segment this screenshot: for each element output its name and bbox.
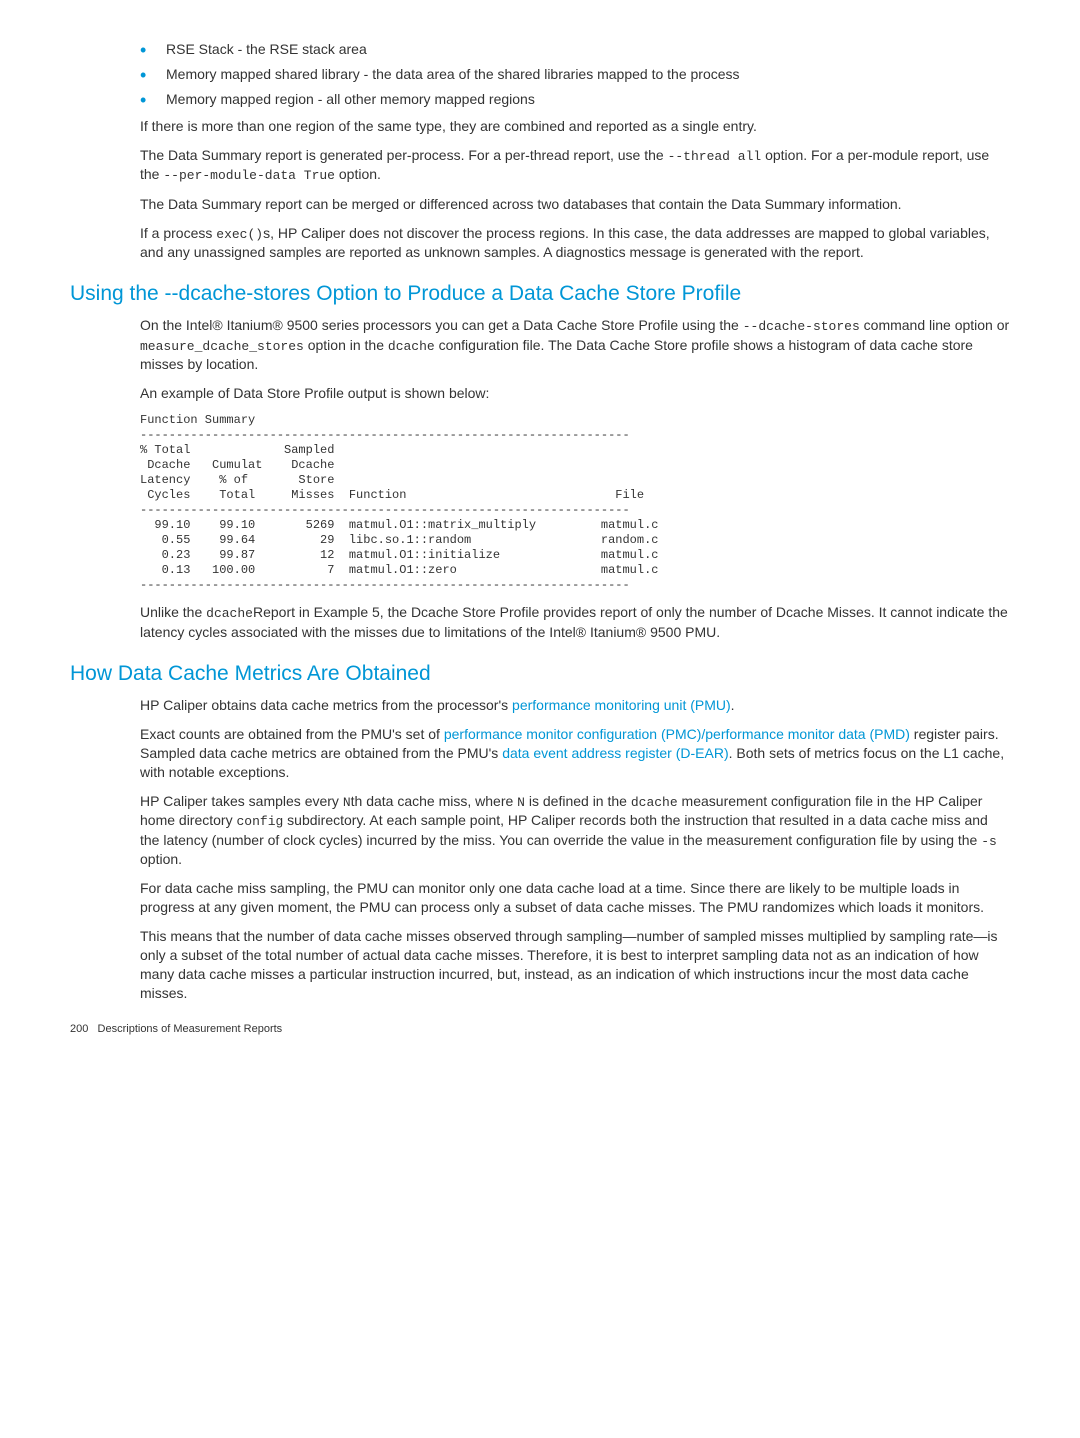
text: If a process: [140, 225, 216, 241]
desc: - the RSE stack area: [234, 41, 367, 57]
text: On the Intel® Itanium® 9500 series proce…: [140, 317, 743, 333]
text: command line option or: [860, 317, 1009, 333]
text: HP Caliper obtains data cache metrics fr…: [140, 697, 512, 713]
body-paragraph: HP Caliper takes samples every Nth data …: [140, 792, 1010, 870]
text: is defined in the: [525, 793, 631, 809]
body-paragraph: On the Intel® Itanium® 9500 series proce…: [140, 316, 1010, 374]
body-paragraph: If there is more than one region of the …: [140, 117, 1010, 136]
pmc-pmd-link[interactable]: performance monitor configuration (PMC)/…: [444, 726, 910, 742]
d-ear-link[interactable]: data event address register (D-EAR): [502, 745, 728, 761]
inline-code: N: [343, 795, 351, 810]
desc: - the data area of the shared libraries …: [360, 66, 740, 82]
inline-code: --per-module-data True: [163, 168, 335, 183]
body-paragraph: The Data Summary report can be merged or…: [140, 195, 1010, 214]
text: option in the: [304, 337, 388, 353]
desc: - all other memory mapped regions: [314, 91, 535, 107]
text: Unlike the: [140, 604, 206, 620]
text: .: [731, 697, 735, 713]
section-heading-metrics: How Data Cache Metrics Are Obtained: [70, 660, 1010, 688]
body-paragraph: The Data Summary report is generated per…: [140, 146, 1010, 185]
function-summary-code-block: Function Summary -----------------------…: [140, 413, 1010, 593]
text: The Data Summary report is generated per…: [140, 147, 668, 163]
inline-code: dcache: [388, 339, 435, 354]
footer-title: Descriptions of Measurement Reports: [98, 1023, 283, 1035]
inline-code: dcache: [206, 606, 253, 621]
page-number: 200: [70, 1023, 88, 1035]
body-paragraph: HP Caliper obtains data cache metrics fr…: [140, 696, 1010, 715]
inline-code: N: [517, 795, 525, 810]
inline-code: --thread all: [668, 149, 762, 164]
inline-code: -s: [981, 834, 997, 849]
list-item: RSE Stack - the RSE stack area: [140, 40, 1010, 59]
text: HP Caliper takes samples every: [140, 793, 343, 809]
pmu-link[interactable]: performance monitoring unit (PMU): [512, 697, 731, 713]
body-paragraph: For data cache miss sampling, the PMU ca…: [140, 879, 1010, 917]
text: option.: [140, 851, 182, 867]
memory-region-list: RSE Stack - the RSE stack area Memory ma…: [110, 40, 1010, 109]
inline-code: dcache: [631, 795, 678, 810]
body-paragraph: This means that the number of data cache…: [140, 927, 1010, 1003]
body-paragraph: An example of Data Store Profile output …: [140, 384, 1010, 403]
text: Exact counts are obtained from the PMU's…: [140, 726, 444, 742]
text: th data cache miss, where: [351, 793, 518, 809]
term: Memory mapped region: [166, 91, 314, 107]
text: option.: [335, 166, 381, 182]
body-paragraph: Exact counts are obtained from the PMU's…: [140, 725, 1010, 782]
text: s, HP Caliper does not discover the proc…: [140, 225, 990, 261]
list-item: Memory mapped shared library - the data …: [140, 65, 1010, 84]
text: Report in Example 5, the Dcache Store Pr…: [140, 604, 1008, 640]
inline-code: --dcache-stores: [743, 319, 860, 334]
section-heading-dcache-stores: Using the --dcache-stores Option to Prod…: [70, 280, 1010, 308]
inline-code: config: [236, 814, 283, 829]
list-item: Memory mapped region - all other memory …: [140, 90, 1010, 109]
inline-code: measure_dcache_stores: [140, 339, 304, 354]
inline-code: exec(): [216, 227, 263, 242]
term: RSE Stack: [166, 41, 234, 57]
term: Memory mapped shared library: [166, 66, 360, 82]
body-paragraph: Unlike the dcacheReport in Example 5, th…: [140, 603, 1010, 641]
page-footer: 200 Descriptions of Measurement Reports: [70, 1022, 1010, 1037]
body-paragraph: If a process exec()s, HP Caliper does no…: [140, 224, 1010, 262]
